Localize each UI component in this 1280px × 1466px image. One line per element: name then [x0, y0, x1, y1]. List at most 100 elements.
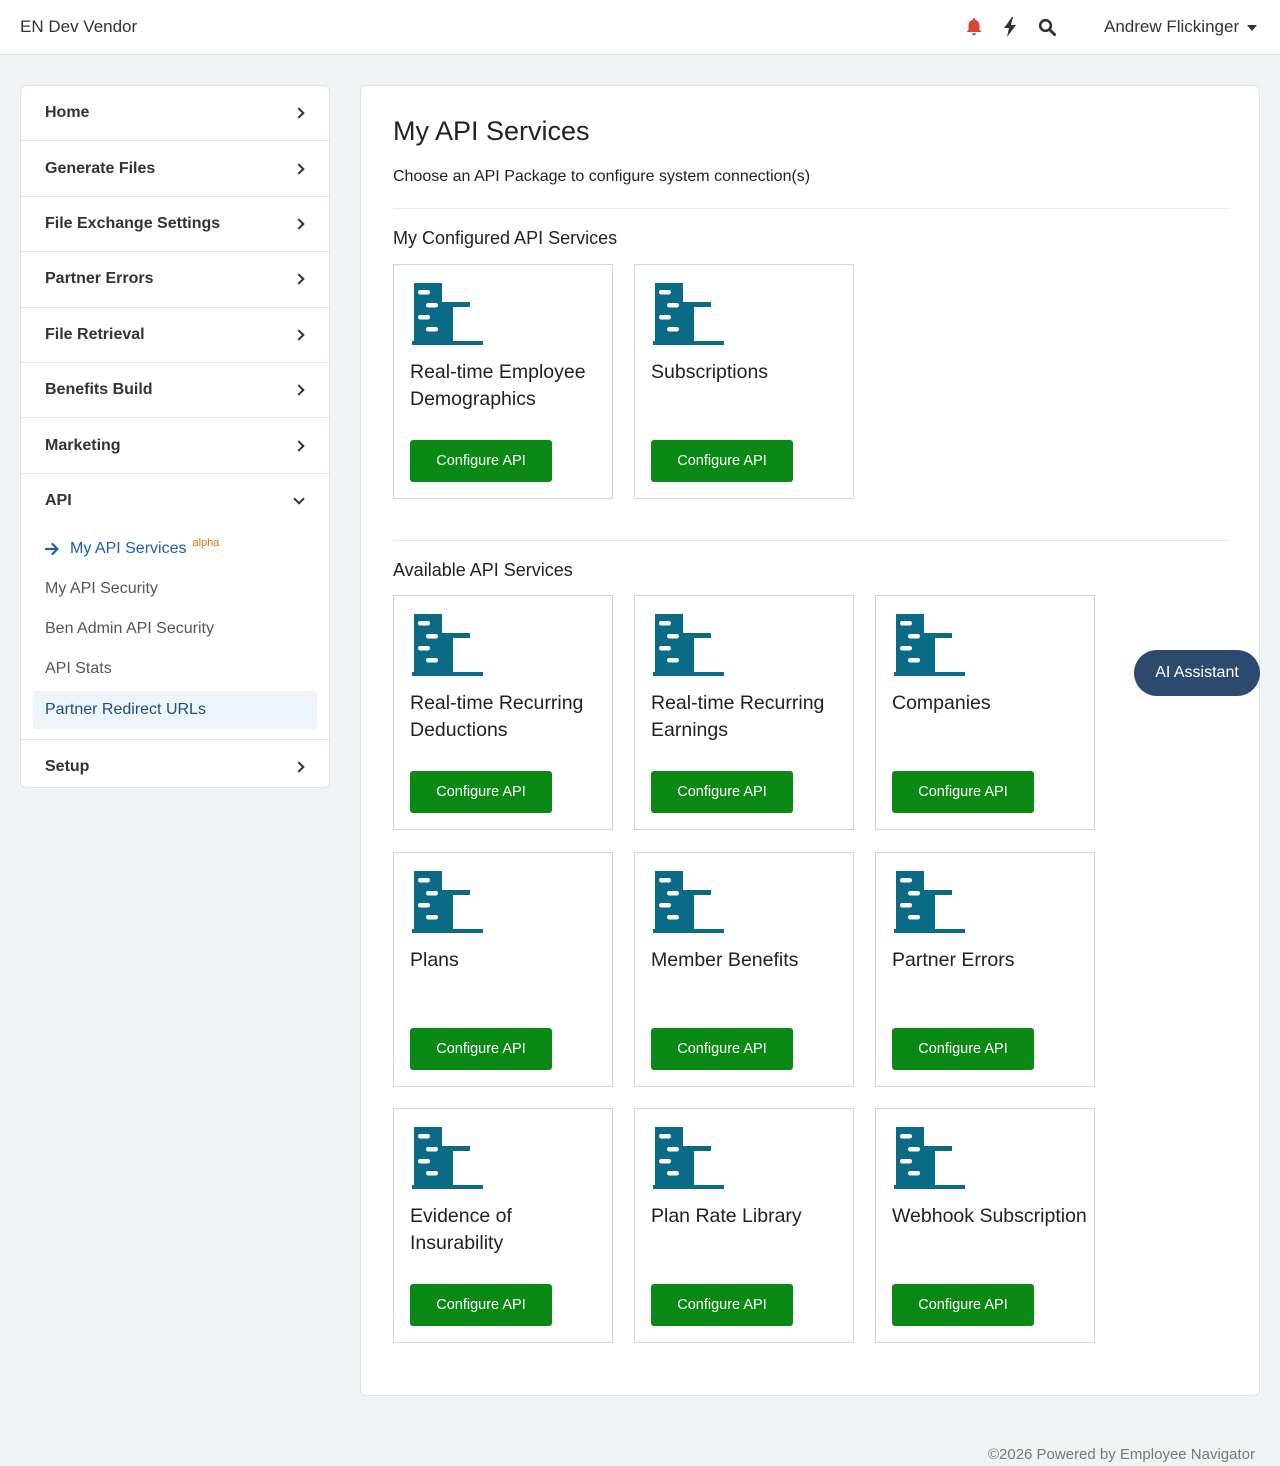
api-service-title: Real-time Employee Demographics — [410, 361, 586, 410]
sidebar-item-label: Benefits Build — [45, 381, 153, 399]
configure-api-button[interactable]: Configure API — [892, 1028, 1034, 1070]
configure-api-button[interactable]: Configure API — [651, 440, 793, 482]
configure-api-button[interactable]: Configure API — [651, 1028, 793, 1070]
api-service-title: Plans — [410, 949, 459, 971]
api-service-card: Evidence of Insurability Configure API — [393, 1108, 613, 1343]
sidebar-subitem-ben-admin-api-security[interactable]: Ben Admin API Security — [21, 609, 329, 649]
api-service-card: Plans Configure API — [393, 852, 613, 1087]
building-icon — [410, 281, 486, 350]
page-subtitle: Choose an API Package to configure syste… — [393, 168, 811, 185]
api-service-card: Real-time Employee Demographics Configure… — [393, 264, 613, 499]
sidebar-subitem-my-api-services[interactable]: My API Services alpha — [21, 529, 329, 569]
brand-name[interactable]: EN Dev Vendor — [20, 17, 137, 37]
api-service-title: Subscriptions — [651, 361, 769, 383]
api-service-card: Member Benefits Configure API — [634, 852, 854, 1087]
footer-text: ©2026 Powered by Employee Navigator — [987, 1446, 1255, 1463]
api-service-card: Partner Errors Configure API — [875, 852, 1095, 1087]
sidebar-item-label: File Retrieval — [45, 325, 145, 343]
building-icon — [651, 869, 727, 938]
sidebar-item-generate-files[interactable]: Generate Files — [21, 141, 329, 197]
bell-icon[interactable] — [964, 16, 984, 38]
api-service-card: Subscriptions Configure API — [634, 264, 854, 499]
sidebar-group-api: API My API Services alpha My API Securit… — [21, 474, 329, 740]
chevron-right-icon — [293, 273, 305, 286]
caret-down-icon — [1247, 24, 1258, 31]
api-service-title: Real-time Recurring Deductions — [410, 692, 584, 741]
chevron-right-icon — [293, 329, 305, 341]
api-service-title: Companies — [892, 692, 991, 714]
configure-api-button[interactable]: Configure API — [410, 771, 552, 813]
api-service-card: Webhook Subscription Configure API — [875, 1108, 1095, 1343]
configure-api-button[interactable]: Configure API — [410, 1028, 552, 1070]
arrow-right-icon — [45, 542, 60, 556]
building-icon — [410, 1125, 486, 1194]
chevron-right-icon — [293, 218, 305, 230]
chevron-right-icon — [293, 107, 305, 119]
alpha-badge: alpha — [192, 536, 220, 549]
building-icon — [410, 612, 486, 681]
sidebar-subitem-label: My API Services — [70, 539, 187, 557]
sidebar-subitem-api-stats[interactable]: API Stats — [21, 649, 329, 689]
ai-assistant-button[interactable]: AI Assistant — [1134, 650, 1260, 696]
sidebar-item-label: API — [45, 492, 72, 510]
api-service-card: Companies Configure API — [875, 595, 1095, 830]
main-panel: My API Services Choose an API Package to… — [360, 85, 1260, 1396]
sidebar-subitem-label: My API Security — [45, 579, 158, 597]
api-service-card: Real-time Recurring Earnings Configure AP… — [634, 595, 854, 830]
sidebar-item-home[interactable]: Home — [21, 86, 329, 142]
sidebar-item-marketing[interactable]: Marketing — [21, 418, 329, 474]
page-title: My API Services — [393, 116, 590, 146]
chevron-down-icon — [293, 493, 305, 505]
api-service-title: Member Benefits — [651, 949, 799, 971]
sidebar-item-setup[interactable]: Setup — [21, 740, 329, 795]
chevron-right-icon — [293, 384, 305, 396]
user-menu[interactable]: Andrew Flickinger — [1104, 17, 1258, 37]
sidebar-subitem-partner-redirect-urls[interactable]: Partner Redirect URLs — [33, 690, 317, 729]
configure-api-button[interactable]: Configure API — [651, 771, 793, 813]
sidebar: Home Generate Files File Exchange Settin… — [20, 85, 330, 788]
sidebar-subitem-label: Ben Admin API Security — [45, 619, 214, 637]
building-icon — [651, 612, 727, 681]
sidebar-subitem-label: API Stats — [45, 659, 112, 677]
building-icon — [892, 612, 968, 681]
bolt-icon[interactable] — [1000, 16, 1020, 38]
top-bar: EN Dev Vendor Andrew Flickinger — [0, 0, 1280, 55]
api-service-title: Partner Errors — [892, 949, 1015, 971]
building-icon — [651, 281, 727, 350]
chevron-right-icon — [293, 439, 305, 452]
user-name: Andrew Flickinger — [1104, 17, 1240, 36]
available-section-title: Available API Services — [393, 560, 573, 580]
sidebar-item-file-retrieval[interactable]: File Retrieval — [21, 308, 329, 363]
sidebar-item-label: Home — [45, 104, 90, 122]
configure-api-button[interactable]: Configure API — [651, 1284, 793, 1326]
api-service-card: Plan Rate Library Configure API — [634, 1108, 854, 1343]
sidebar-item-label: Generate Files — [45, 159, 156, 177]
api-service-title: Plan Rate Library — [651, 1205, 802, 1227]
api-service-title: Real-time Recurring Earnings — [651, 692, 825, 741]
sidebar-subitem-my-api-security[interactable]: My API Security — [21, 569, 329, 609]
chevron-right-icon — [293, 761, 305, 774]
configure-api-button[interactable]: Configure API — [892, 771, 1034, 813]
sidebar-item-file-exchange-settings[interactable]: File Exchange Settings — [21, 197, 329, 253]
building-icon — [892, 869, 968, 938]
sidebar-item-label: Partner Errors — [45, 270, 154, 288]
api-service-title: Webhook Subscription — [892, 1205, 1087, 1227]
sidebar-item-label: Setup — [45, 758, 90, 776]
sidebar-item-benefits-build[interactable]: Benefits Build — [21, 363, 329, 419]
configure-api-button[interactable]: Configure API — [410, 440, 552, 482]
building-icon — [651, 1125, 727, 1194]
building-icon — [892, 1125, 968, 1194]
sidebar-item-partner-errors[interactable]: Partner Errors — [21, 252, 329, 308]
sidebar-item-label: File Exchange Settings — [45, 214, 221, 232]
configure-api-button[interactable]: Configure API — [892, 1284, 1034, 1326]
sidebar-item-label: Marketing — [45, 436, 121, 454]
api-service-title: Evidence of Insurability — [410, 1205, 512, 1254]
sidebar-item-api[interactable]: API — [21, 474, 329, 529]
building-icon — [410, 869, 486, 938]
divider — [393, 208, 1227, 209]
chevron-right-icon — [293, 162, 305, 175]
configure-api-button[interactable]: Configure API — [410, 1284, 552, 1326]
search-icon[interactable] — [1037, 16, 1057, 38]
configured-section-title: My Configured API Services — [393, 228, 618, 248]
api-service-card: Real-time Recurring Deductions Configure … — [393, 595, 613, 830]
